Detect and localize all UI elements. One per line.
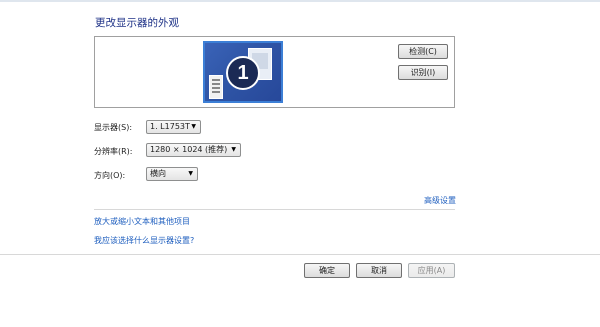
which-display-settings-link[interactable]: 我应该选择什么显示器设置? [94, 235, 194, 246]
document-thumbnail-icon [209, 75, 223, 99]
chevron-down-icon: ▼ [231, 146, 236, 153]
identify-button[interactable]: 识别(I) [398, 65, 448, 80]
footer-divider [0, 254, 600, 255]
display-select[interactable]: 1. L1753T ▼ [146, 120, 201, 134]
resolution-label: 分辨率(R): [94, 147, 133, 156]
monitor-number-badge: 1 [226, 56, 260, 90]
cancel-button[interactable]: 取消 [356, 263, 402, 278]
orientation-select-value: 横向 [150, 169, 166, 178]
ok-button[interactable]: 确定 [304, 263, 350, 278]
orientation-label: 方向(O): [94, 171, 126, 180]
detect-button[interactable]: 检测(C) [398, 44, 448, 59]
section-divider [94, 209, 455, 210]
resolution-select-value: 1280 × 1024 (推荐) [150, 145, 228, 154]
chevron-down-icon: ▼ [188, 170, 193, 177]
chevron-down-icon: ▼ [191, 123, 196, 130]
display-select-value: 1. L1753T [150, 122, 190, 131]
monitor-1-thumbnail[interactable]: 1 [203, 41, 283, 103]
resolution-select[interactable]: 1280 × 1024 (推荐) ▼ [146, 143, 241, 157]
page-title: 更改显示器的外观 [95, 17, 179, 29]
enlarge-text-link[interactable]: 放大或缩小文本和其他项目 [94, 216, 190, 227]
advanced-settings-link[interactable]: 高级设置 [424, 195, 456, 206]
orientation-select[interactable]: 横向 ▼ [146, 167, 198, 181]
display-label: 显示器(S): [94, 123, 133, 132]
window-top-border [0, 0, 600, 2]
apply-button[interactable]: 应用(A) [408, 263, 455, 278]
